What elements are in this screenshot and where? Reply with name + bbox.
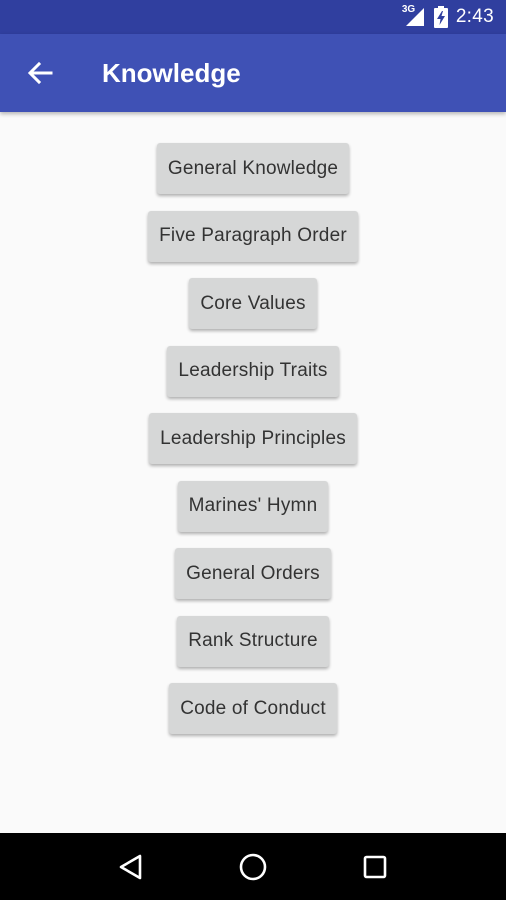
status-bar: 3G 2:43: [0, 0, 506, 34]
page-title: Knowledge: [102, 57, 241, 88]
screen: 3G 2:43 Knowledge General Knowledge Five…: [0, 0, 506, 900]
five-paragraph-order-button[interactable]: Five Paragraph Order: [148, 210, 358, 262]
app-bar: Knowledge: [0, 34, 506, 112]
marines-hymn-button[interactable]: Marines' Hymn: [177, 480, 329, 532]
status-time: 2:43: [455, 6, 494, 27]
code-of-conduct-button[interactable]: Code of Conduct: [169, 683, 337, 734]
home-circle-icon: [239, 853, 267, 880]
leadership-traits-button[interactable]: Leadership Traits: [167, 345, 339, 397]
arrow-back-icon: [27, 61, 53, 85]
nav-back-button[interactable]: [107, 843, 155, 891]
navigation-bar: [0, 833, 506, 900]
status-icons: 3G 2:43: [401, 4, 494, 28]
general-knowledge-button[interactable]: General Knowledge: [156, 143, 350, 194]
knowledge-menu: General Knowledge Five Paragraph Order C…: [0, 112, 506, 833]
rank-structure-button[interactable]: Rank Structure: [177, 615, 329, 667]
recents-square-icon: [363, 855, 387, 878]
leadership-principles-button[interactable]: Leadership Principles: [149, 413, 357, 464]
core-values-button[interactable]: Core Values: [189, 278, 317, 329]
general-orders-button[interactable]: General Orders: [175, 548, 331, 599]
signal-indicator: 3G: [401, 4, 426, 28]
network-type-label: 3G: [401, 4, 416, 15]
back-triangle-icon: [119, 854, 142, 879]
nav-home-button[interactable]: [229, 843, 277, 891]
nav-recents-button[interactable]: [351, 843, 399, 891]
back-button[interactable]: [20, 53, 60, 93]
battery-charging-icon: [433, 6, 448, 28]
